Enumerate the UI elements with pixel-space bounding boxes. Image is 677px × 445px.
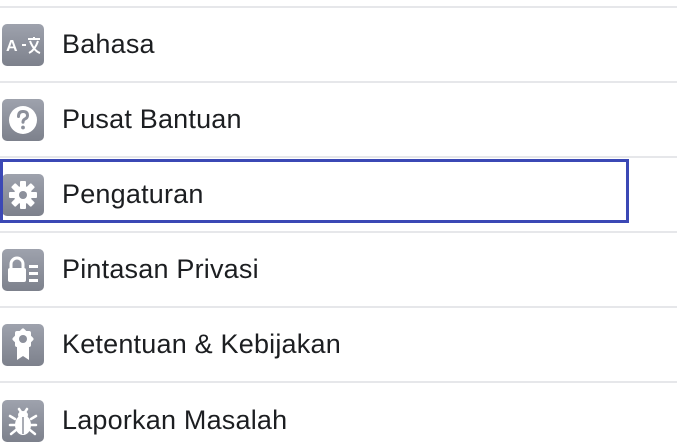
menu-item-ketentuan-kebijakan[interactable]: Ketentuan & Kebijakan [0, 308, 677, 383]
menu-item-label: Pengaturan [62, 179, 204, 209]
menu-item-label: Bahasa [62, 29, 155, 59]
menu-item-label: Laporkan Masalah [62, 405, 288, 435]
menu-item-bahasa[interactable]: A Bahasa [0, 8, 677, 83]
menu-item-pengaturan[interactable]: Pengaturan [0, 158, 677, 233]
settings-menu: A Bahasa Pusat Bantuan Pengaturan Pintas… [0, 0, 677, 445]
menu-item-label: Pintasan Privasi [62, 254, 259, 284]
bug-icon [2, 399, 44, 442]
svg-text:A: A [6, 38, 18, 55]
ribbon-badge-icon [2, 323, 44, 366]
gear-icon [2, 173, 44, 216]
help-icon [2, 98, 44, 141]
privacy-lock-icon [2, 248, 44, 291]
menu-item-laporkan-masalah[interactable]: Laporkan Masalah [0, 383, 677, 445]
menu-item-pintasan-privasi[interactable]: Pintasan Privasi [0, 233, 677, 308]
menu-item-label: Ketentuan & Kebijakan [62, 329, 341, 359]
language-icon: A [2, 23, 44, 66]
menu-item-label: Pusat Bantuan [62, 104, 242, 134]
menu-item-pusat-bantuan[interactable]: Pusat Bantuan [0, 83, 677, 158]
